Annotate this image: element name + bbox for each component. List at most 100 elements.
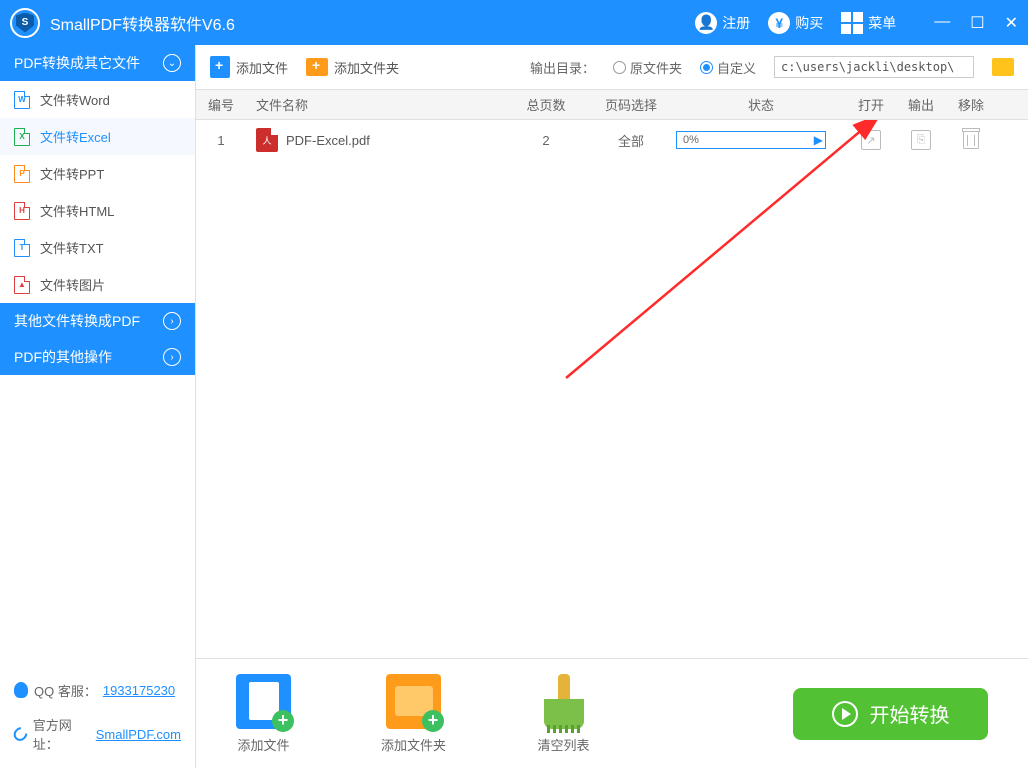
app-logo: S [10, 8, 40, 38]
add-folder-button[interactable]: 添加文件夹 [306, 58, 399, 77]
qq-icon [14, 682, 28, 698]
progress-text: 0% [683, 134, 699, 146]
section-label: 其他文件转换成PDF [14, 311, 140, 331]
table-body: 1 人 PDF-Excel.pdf 2 全部 0% ▶ ↗ ⎘ [196, 120, 1028, 658]
nav-label: 文件转PPT [40, 164, 104, 183]
add-folder-big-icon: + [386, 674, 441, 729]
cell-range[interactable]: 全部 [586, 131, 676, 150]
table-header: 编号 文件名称 总页数 页码选择 状态 打开 输出 移除 [196, 90, 1028, 120]
chevron-right-icon: › [163, 348, 181, 366]
buy-button[interactable]: ¥ 购买 [768, 12, 823, 34]
th-open: 打开 [846, 95, 896, 114]
site-link[interactable]: SmallPDF.com [96, 727, 181, 742]
annotation-arrow [536, 120, 896, 388]
nav-label: 文件转HTML [40, 201, 114, 220]
progress-bar[interactable]: 0% ▶ [676, 131, 826, 149]
app-title: SmallPDF转换器软件V6.6 [50, 11, 695, 35]
maximize-button[interactable]: ☐ [970, 13, 984, 33]
nav-file-to-ppt[interactable]: P 文件转PPT [0, 155, 195, 192]
add-file-button[interactable]: 添加文件 [210, 56, 288, 78]
nav-file-to-html[interactable]: H 文件转HTML [0, 192, 195, 229]
open-button[interactable]: ↗ [861, 130, 881, 150]
sidebar: PDF转换成其它文件 ⌄ W文件转Word X文件转Excel P文件转PPT … [0, 45, 196, 768]
nav-file-to-excel[interactable]: X文件转Excel [0, 118, 195, 155]
titlebar: S SmallPDF转换器软件V6.6 👤 注册 ¥ 购买 菜单 — ☐ ✕ [0, 0, 1028, 45]
th-del: 移除 [946, 95, 996, 114]
th-status: 状态 [676, 95, 846, 114]
image-icon: ▲ [14, 276, 30, 294]
big-clear-label: 清空列表 [538, 735, 590, 754]
nav-label: 文件转TXT [40, 238, 104, 257]
radio-label-text: 原文件夹 [630, 58, 682, 77]
pdf-icon: 人 [256, 128, 278, 152]
html-icon: H [14, 202, 30, 220]
txt-icon: T [14, 239, 30, 257]
cell-pages: 2 [506, 133, 586, 148]
convert-label: 开始转换 [870, 699, 950, 728]
file-name-text: PDF-Excel.pdf [286, 133, 370, 148]
section-pdf-ops[interactable]: PDF的其他操作 › [0, 339, 195, 375]
radio-custom[interactable]: 自定义 [700, 58, 756, 77]
radio-icon [613, 61, 626, 74]
chevron-right-icon: › [163, 312, 181, 330]
qq-link[interactable]: 1933175230 [103, 683, 175, 698]
big-add-folder-button[interactable]: + 添加文件夹 [381, 674, 446, 754]
table-row[interactable]: 1 人 PDF-Excel.pdf 2 全部 0% ▶ ↗ ⎘ [196, 120, 1028, 160]
big-clear-button[interactable]: 清空列表 [536, 674, 591, 754]
grid-icon [841, 12, 863, 34]
site-label: 官方网址： [33, 715, 90, 753]
close-button[interactable]: ✕ [1005, 13, 1018, 33]
chevron-down-icon: ⌄ [163, 54, 181, 72]
menu-button[interactable]: 菜单 [841, 12, 896, 34]
th-name: 文件名称 [246, 95, 506, 114]
cell-status: 0% ▶ [676, 131, 846, 149]
section-other-to-pdf[interactable]: 其他文件转换成PDF › [0, 303, 195, 339]
th-out: 输出 [896, 95, 946, 114]
output-path-input[interactable] [774, 56, 974, 78]
nav-file-to-word[interactable]: W 文件转Word [0, 81, 195, 118]
add-file-icon [210, 56, 230, 78]
register-button[interactable]: 👤 注册 [695, 12, 750, 34]
big-add-file-button[interactable]: + 添加文件 [236, 674, 291, 754]
radio-label-text: 自定义 [717, 58, 756, 77]
yen-icon: ¥ [768, 12, 790, 34]
browse-folder-button[interactable] [992, 58, 1014, 76]
output-label: 输出目录： [530, 58, 595, 77]
convert-button[interactable]: 开始转换 [793, 688, 988, 740]
nav-label: 文件转Word [40, 90, 110, 109]
big-add-folder-label: 添加文件夹 [381, 735, 446, 754]
ie-icon [11, 725, 30, 744]
nav-file-to-image[interactable]: ▲ 文件转图片 [0, 266, 195, 303]
output-button[interactable]: ⎘ [911, 130, 931, 150]
cell-num: 1 [196, 133, 246, 148]
register-label: 注册 [722, 13, 750, 33]
nav-label: 文件转图片 [40, 275, 105, 294]
add-folder-label: 添加文件夹 [334, 58, 399, 77]
th-pages: 总页数 [506, 95, 586, 114]
qq-label: QQ 客服： [34, 681, 97, 700]
section-label: PDF转换成其它文件 [14, 53, 140, 73]
content: 添加文件 添加文件夹 输出目录： 原文件夹 自定义 编号 文件名称 总页数 [196, 45, 1028, 768]
cell-name: 人 PDF-Excel.pdf [246, 128, 506, 152]
th-num: 编号 [196, 95, 246, 114]
section-label: PDF的其他操作 [14, 347, 112, 367]
toolbar: 添加文件 添加文件夹 输出目录： 原文件夹 自定义 [196, 45, 1028, 90]
add-folder-icon [306, 58, 328, 76]
add-file-label: 添加文件 [236, 58, 288, 77]
brush-icon [536, 674, 591, 729]
th-range: 页码选择 [586, 95, 676, 114]
play-circle-icon [832, 701, 858, 727]
word-icon: W [14, 91, 30, 109]
section-pdf-to-other[interactable]: PDF转换成其它文件 ⌄ [0, 45, 195, 81]
sidebar-footer: QQ 客服： 1933175230 官方网址： SmallPDF.com [0, 656, 195, 768]
bottom-bar: + 添加文件 + 添加文件夹 清空列表 开始转换 [196, 658, 1028, 768]
minimize-button[interactable]: — [934, 13, 950, 33]
delete-button[interactable] [963, 131, 979, 149]
ppt-icon: P [14, 165, 30, 183]
user-icon: 👤 [695, 12, 717, 34]
nav-label: 文件转Excel [40, 127, 111, 146]
nav-file-to-txt[interactable]: T 文件转TXT [0, 229, 195, 266]
radio-icon [700, 61, 713, 74]
big-add-file-label: 添加文件 [237, 735, 289, 754]
radio-orig-folder[interactable]: 原文件夹 [613, 58, 682, 77]
